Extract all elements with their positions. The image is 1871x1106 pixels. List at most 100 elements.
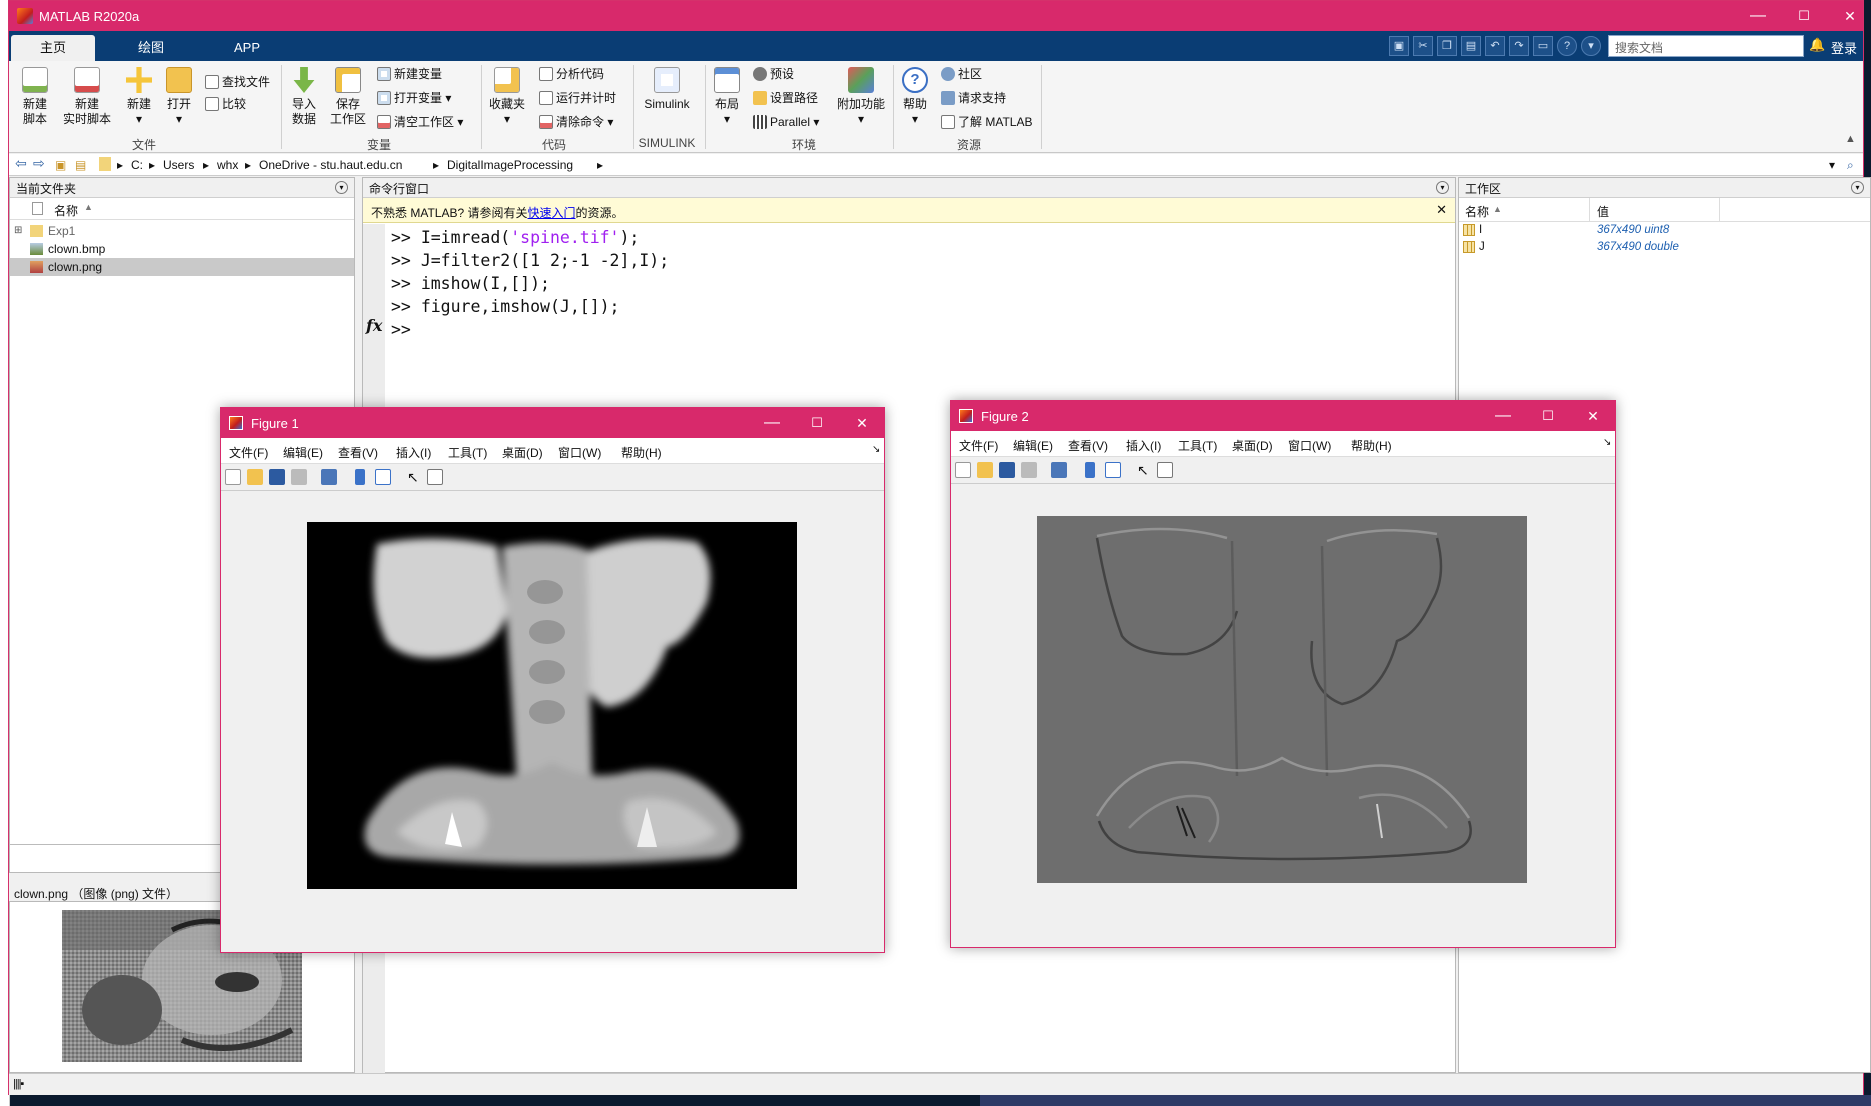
- find-files-button[interactable]: 查找文件: [205, 73, 270, 91]
- tab-apps[interactable]: APP: [205, 35, 289, 61]
- new-live-script-button[interactable]: 新建 实时脚本: [57, 67, 117, 127]
- edit-plot-pointer-icon[interactable]: ↖: [407, 469, 423, 485]
- dock-arrow-icon[interactable]: ↘: [872, 444, 880, 455]
- notification-bell-icon[interactable]: 🔔: [1809, 37, 1825, 53]
- analyze-code-button[interactable]: 分析代码: [539, 65, 604, 83]
- figure-2-maximize-button[interactable]: ☐: [1526, 401, 1570, 431]
- panel-options-icon[interactable]: ▾: [335, 181, 348, 194]
- path-segment[interactable]: whx: [217, 158, 238, 172]
- favorites-button[interactable]: 收藏夹 ▾: [485, 67, 529, 127]
- menu-tools[interactable]: 工具(T): [448, 444, 487, 461]
- menu-tools[interactable]: 工具(T): [1178, 437, 1217, 454]
- workspace-var-j[interactable]: J 367x490 double: [1459, 239, 1870, 256]
- menu-file[interactable]: 文件(F): [229, 444, 268, 461]
- layout-button[interactable]: 布局 ▾: [709, 67, 745, 127]
- open-button[interactable]: 打开 ▾: [159, 67, 199, 127]
- close-button[interactable]: ✕: [1827, 1, 1871, 31]
- add-ons-button[interactable]: 附加功能 ▾: [833, 67, 889, 127]
- command-prompt[interactable]: >>: [391, 318, 669, 341]
- figure-1-minimize-button[interactable]: —: [750, 408, 794, 438]
- up-folder-icon[interactable]: ▣: [55, 158, 66, 172]
- menu-help[interactable]: 帮助(H): [1351, 437, 1392, 454]
- clear-commands-button[interactable]: 清除命令 ▾: [539, 113, 613, 131]
- figure-2-minimize-button[interactable]: —: [1481, 401, 1525, 431]
- folder-column-header[interactable]: 名称 ▲: [10, 198, 354, 220]
- back-arrow-icon[interactable]: ⇦: [15, 155, 27, 172]
- compare-button[interactable]: 比较: [205, 95, 246, 113]
- run-and-time-button[interactable]: 运行并计时: [539, 89, 616, 107]
- link-plot-icon[interactable]: [1051, 462, 1067, 478]
- open-variable-button[interactable]: 打开变量 ▾: [377, 89, 451, 107]
- menu-view[interactable]: 查看(V): [338, 444, 378, 461]
- save-quick-icon[interactable]: ▣: [1389, 36, 1409, 56]
- community-button[interactable]: 社区: [941, 65, 982, 83]
- parallel-button[interactable]: Parallel ▾: [753, 113, 819, 131]
- function-browser-icon[interactable]: fx: [366, 316, 382, 335]
- workspace-column-header[interactable]: 名称 ▲ 值: [1459, 198, 1870, 222]
- panel-options-icon[interactable]: ▾: [1436, 181, 1449, 194]
- path-segment[interactable]: DigitalImageProcessing: [447, 158, 573, 172]
- menu-window[interactable]: 窗口(W): [558, 444, 601, 461]
- collapse-ribbon-icon[interactable]: ▲: [1845, 133, 1856, 145]
- set-path-button[interactable]: 设置路径: [753, 89, 818, 107]
- insert-legend-icon[interactable]: [375, 469, 391, 485]
- expand-icon[interactable]: ⊞: [14, 222, 22, 240]
- copy-quick-icon[interactable]: ❐: [1437, 36, 1457, 56]
- redo-quick-icon[interactable]: ↷: [1509, 36, 1529, 56]
- search-documentation-input[interactable]: 搜索文档: [1608, 35, 1804, 57]
- menu-desktop[interactable]: 桌面(D): [502, 444, 543, 461]
- save-icon[interactable]: [999, 462, 1015, 478]
- new-button[interactable]: 新建 ▾: [119, 67, 159, 127]
- file-item-clown-bmp[interactable]: clown.bmp: [10, 240, 354, 258]
- menu-view[interactable]: 查看(V): [1068, 437, 1108, 454]
- learn-matlab-button[interactable]: 了解 MATLAB: [941, 113, 1032, 131]
- help-quick-icon[interactable]: ?: [1557, 36, 1577, 56]
- new-variable-button[interactable]: 新建变量: [377, 65, 442, 83]
- menu-desktop[interactable]: 桌面(D): [1232, 437, 1273, 454]
- property-inspector-icon[interactable]: [1157, 462, 1173, 478]
- request-support-button[interactable]: 请求支持: [941, 89, 1006, 107]
- open-file-icon[interactable]: [247, 469, 263, 485]
- figure-1-close-button[interactable]: ✕: [840, 408, 884, 438]
- tab-home[interactable]: 主页: [11, 35, 95, 61]
- browse-folder-icon[interactable]: ▤: [75, 158, 86, 172]
- insert-legend-icon[interactable]: [1105, 462, 1121, 478]
- menu-edit[interactable]: 编辑(E): [283, 444, 323, 461]
- new-figure-icon[interactable]: [225, 469, 241, 485]
- figure-1-title-bar[interactable]: Figure 1 — ☐ ✕: [221, 408, 884, 438]
- path-segment[interactable]: Users: [163, 158, 194, 172]
- command-output[interactable]: >> I=imread('spine.tif'); >> J=filter2([…: [391, 226, 669, 341]
- forward-arrow-icon[interactable]: ⇨: [33, 155, 45, 172]
- workspace-var-i[interactable]: I 367x490 uint8: [1459, 222, 1870, 239]
- open-file-icon[interactable]: [977, 462, 993, 478]
- dock-arrow-icon[interactable]: ↘: [1603, 437, 1611, 448]
- search-icon[interactable]: ⌕: [1781, 38, 1788, 54]
- link-plot-icon[interactable]: [321, 469, 337, 485]
- menu-help[interactable]: 帮助(H): [621, 444, 662, 461]
- help-button[interactable]: ? 帮助 ▾: [897, 67, 933, 127]
- quick-start-link[interactable]: 快速入门: [527, 206, 575, 220]
- path-segment[interactable]: OneDrive - stu.haut.edu.cn: [259, 158, 402, 172]
- menu-window[interactable]: 窗口(W): [1288, 437, 1331, 454]
- preferences-button[interactable]: 预设: [753, 65, 794, 83]
- paste-quick-icon[interactable]: ▤: [1461, 36, 1481, 56]
- figure-1-maximize-button[interactable]: ☐: [795, 408, 839, 438]
- insert-colorbar-icon[interactable]: [355, 469, 365, 485]
- folder-item-exp1[interactable]: ⊞ Exp1: [10, 222, 354, 240]
- figure-2-title-bar[interactable]: Figure 2 — ☐ ✕: [951, 401, 1615, 431]
- figure-2-close-button[interactable]: ✕: [1571, 401, 1615, 431]
- minimize-button[interactable]: —: [1735, 1, 1781, 31]
- path-segment[interactable]: C:: [131, 158, 143, 172]
- maximize-button[interactable]: ☐: [1781, 1, 1827, 31]
- file-item-clown-png[interactable]: clown.png: [10, 258, 354, 276]
- title-bar[interactable]: MATLAB R2020a — ☐ ✕: [9, 1, 1863, 31]
- insert-colorbar-icon[interactable]: [1085, 462, 1095, 478]
- save-workspace-button[interactable]: 保存 工作区: [325, 67, 371, 127]
- simulink-button[interactable]: Simulink: [637, 67, 697, 112]
- switch-windows-icon[interactable]: ▭: [1533, 36, 1553, 56]
- menu-insert[interactable]: 插入(I): [396, 444, 431, 461]
- edit-plot-pointer-icon[interactable]: ↖: [1137, 462, 1153, 478]
- menu-file[interactable]: 文件(F): [959, 437, 998, 454]
- options-quick-icon[interactable]: ▾: [1581, 36, 1601, 56]
- property-inspector-icon[interactable]: [427, 469, 443, 485]
